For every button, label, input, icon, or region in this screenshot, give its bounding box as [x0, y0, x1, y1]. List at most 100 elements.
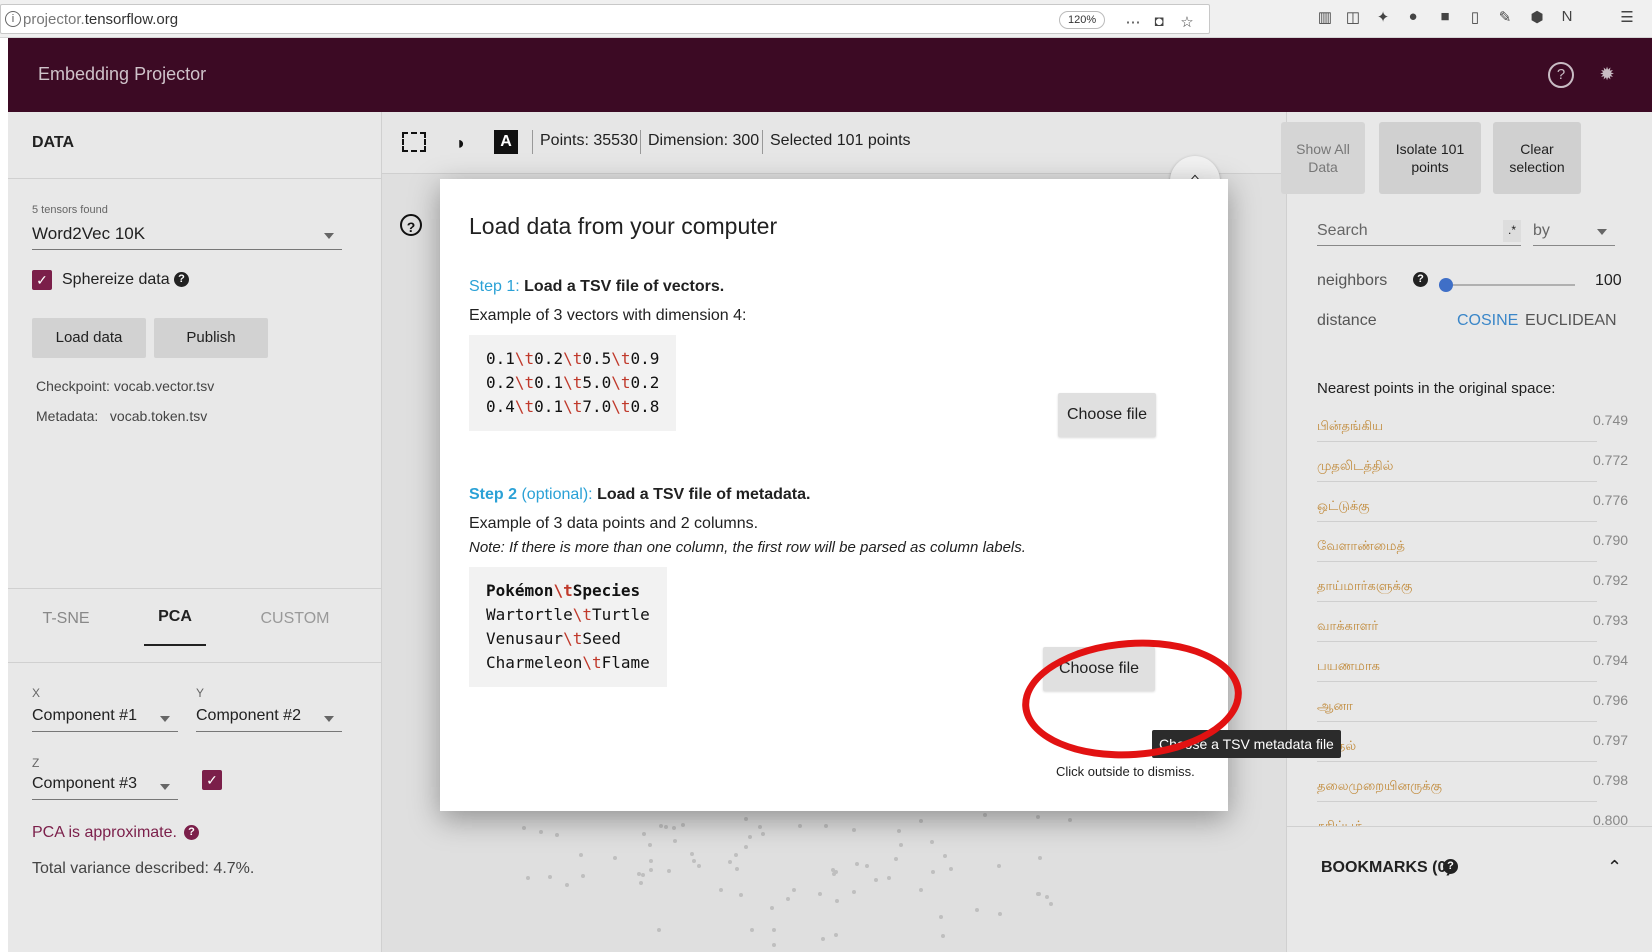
embedding-point [896, 828, 901, 833]
nearest-points-title: Nearest points in the original space: [1317, 380, 1556, 397]
code-line: Charmeleon\tFlame [486, 653, 650, 672]
nearest-point-label[interactable]: முதலிடத்தில் [1317, 458, 1597, 482]
y-component-select[interactable]: Component #2 [196, 702, 342, 732]
embedding-point [938, 915, 943, 920]
publish-button[interactable]: Publish [154, 318, 268, 358]
nearest-point-distance: 0.797 [1593, 732, 1629, 748]
nearest-point-label[interactable]: ஆனா [1317, 698, 1597, 722]
divider [762, 130, 763, 154]
help-icon[interactable]: ? [1443, 859, 1458, 874]
embedding-point [824, 824, 829, 829]
embedding-point [887, 876, 892, 881]
extension-icon[interactable]: ✦ [1373, 8, 1393, 26]
nearest-point-distance: 0.749 [1593, 412, 1629, 428]
help-icon[interactable]: ? [174, 272, 189, 287]
regex-toggle-icon[interactable]: .* [1503, 220, 1521, 242]
code-line: Venusaur\tSeed [486, 629, 621, 648]
step2-heading: Step 2 (optional): Load a TSV file of me… [469, 486, 811, 503]
euclidean-option[interactable]: EUCLIDEAN [1525, 312, 1617, 330]
extension-icon[interactable]: ■ [1435, 8, 1455, 25]
z-enabled-checkbox[interactable]: ✓ [202, 770, 222, 790]
embedding-point [820, 937, 825, 942]
nearest-point-label[interactable]: வாக்காளர் [1317, 618, 1597, 642]
url-text[interactable]: projector.tensorflow.org [23, 11, 178, 28]
ublock-icon[interactable]: ⬢ [1527, 8, 1547, 26]
url-bar[interactable]: i projector.tensorflow.org 120% ⋯ ◘ ☆ [0, 4, 1210, 34]
divider [8, 662, 382, 663]
embedding-point [771, 928, 776, 933]
nearest-point-distance: 0.776 [1593, 492, 1629, 508]
nearest-point-label[interactable]: ஒட்டுக்கு [1317, 498, 1597, 522]
zoom-level-badge[interactable]: 120% [1059, 11, 1106, 29]
embedding-point [642, 831, 647, 836]
extension-icon[interactable]: N [1557, 8, 1577, 25]
search-input[interactable]: Search .* [1317, 216, 1521, 246]
tab-tsne[interactable]: T-SNE [26, 610, 106, 628]
nearest-point-label[interactable]: கடுதல் [1317, 738, 1597, 762]
hamburger-menu-icon[interactable]: ☰ [1617, 8, 1637, 26]
extension-icon[interactable]: ▯ [1465, 8, 1485, 26]
metadata-text: Metadata: vocab.token.tsv [36, 408, 208, 424]
embedding-point [1048, 901, 1053, 906]
embedding-point [893, 856, 898, 861]
z-component-select[interactable]: Component #3 [32, 770, 178, 800]
x-component-select[interactable]: Component #1 [32, 702, 178, 732]
projection-toolbar: ◗ A Points: 35530 Dimension: 300 Selecte… [382, 112, 1286, 174]
nearest-point-label[interactable]: பயணமாக [1317, 658, 1597, 682]
nearest-point-label[interactable]: பின்தங்கிய [1317, 418, 1597, 442]
divider [8, 178, 382, 179]
night-mode-icon[interactable]: ◗ [448, 130, 474, 156]
library-icon[interactable]: ▥ [1315, 8, 1335, 26]
bug-icon[interactable]: ✹ [1594, 62, 1620, 88]
help-icon[interactable]: ? [1413, 272, 1428, 287]
extension-icon[interactable]: ● [1403, 8, 1423, 25]
tab-pca[interactable]: PCA [144, 608, 206, 646]
help-icon[interactable]: ? [400, 214, 422, 236]
embedding-point [943, 854, 948, 858]
labels-toggle-icon[interactable]: A [494, 130, 518, 154]
info-icon[interactable]: i [5, 11, 21, 27]
nearest-point-distance: 0.794 [1593, 652, 1629, 668]
sidebar-icon[interactable]: ◫ [1343, 8, 1363, 26]
embedding-point [792, 887, 797, 892]
neighbors-label: neighbors [1317, 272, 1388, 289]
cosine-option[interactable]: COSINE [1457, 312, 1518, 330]
metadata-code-example: Pokémon\tSpecies Wartortle\tTurtle Venusau… [469, 567, 667, 687]
embedding-point [1044, 894, 1049, 899]
slider-handle[interactable] [1438, 278, 1453, 292]
search-by-select[interactable]: by [1533, 216, 1615, 246]
embedding-point [786, 897, 791, 902]
checkpoint-text: Checkpoint: vocab.vector.tsv [36, 378, 215, 394]
embedding-point [612, 855, 617, 860]
code-line: 0.1\t0.2\t0.5\t0.9 [486, 349, 660, 368]
load-data-button[interactable]: Load data [32, 318, 146, 358]
nearest-point-label[interactable]: வேளாண்மைத் [1317, 538, 1597, 562]
help-icon[interactable]: ? [184, 825, 199, 840]
nearest-point-label[interactable]: தாய்மார்களுக்கு [1317, 578, 1597, 602]
nearest-point-label[interactable]: தலைமுறையினருக்கு [1317, 778, 1597, 802]
choose-vectors-file-button[interactable]: Choose file [1058, 393, 1156, 437]
code-line: Pokémon\tSpecies [486, 581, 641, 600]
chevron-down-icon [324, 716, 334, 722]
select-region-icon[interactable] [402, 132, 426, 152]
embedding-point [834, 932, 839, 937]
more-actions-icon[interactable]: ⋯ [1123, 13, 1143, 31]
code-line: 0.4\t0.1\t7.0\t0.8 [486, 397, 660, 416]
chevron-up-icon[interactable]: ⌃ [1607, 857, 1622, 878]
isolate-points-button[interactable]: Isolate 101 points [1379, 122, 1481, 194]
neighbors-slider[interactable] [1438, 278, 1575, 292]
pocket-icon[interactable]: ◘ [1149, 13, 1169, 30]
tensor-select[interactable]: Word2Vec 10K [32, 220, 342, 250]
clear-selection-button[interactable]: Clear selection [1493, 122, 1581, 194]
embedding-point [673, 839, 678, 844]
sphereize-checkbox[interactable]: ✓ [32, 270, 52, 290]
show-all-data-button[interactable]: Show All Data [1281, 122, 1365, 194]
nearest-point-distance: 0.798 [1593, 772, 1629, 788]
step1-example-text: Example of 3 vectors with dimension 4: [469, 307, 747, 324]
bookmark-star-icon[interactable]: ☆ [1177, 13, 1197, 31]
extension-icon[interactable]: ✎ [1495, 8, 1515, 26]
tab-custom[interactable]: CUSTOM [252, 610, 338, 628]
embedding-point [930, 840, 935, 845]
embedding-point [747, 834, 752, 839]
help-icon[interactable]: ? [1548, 62, 1574, 88]
